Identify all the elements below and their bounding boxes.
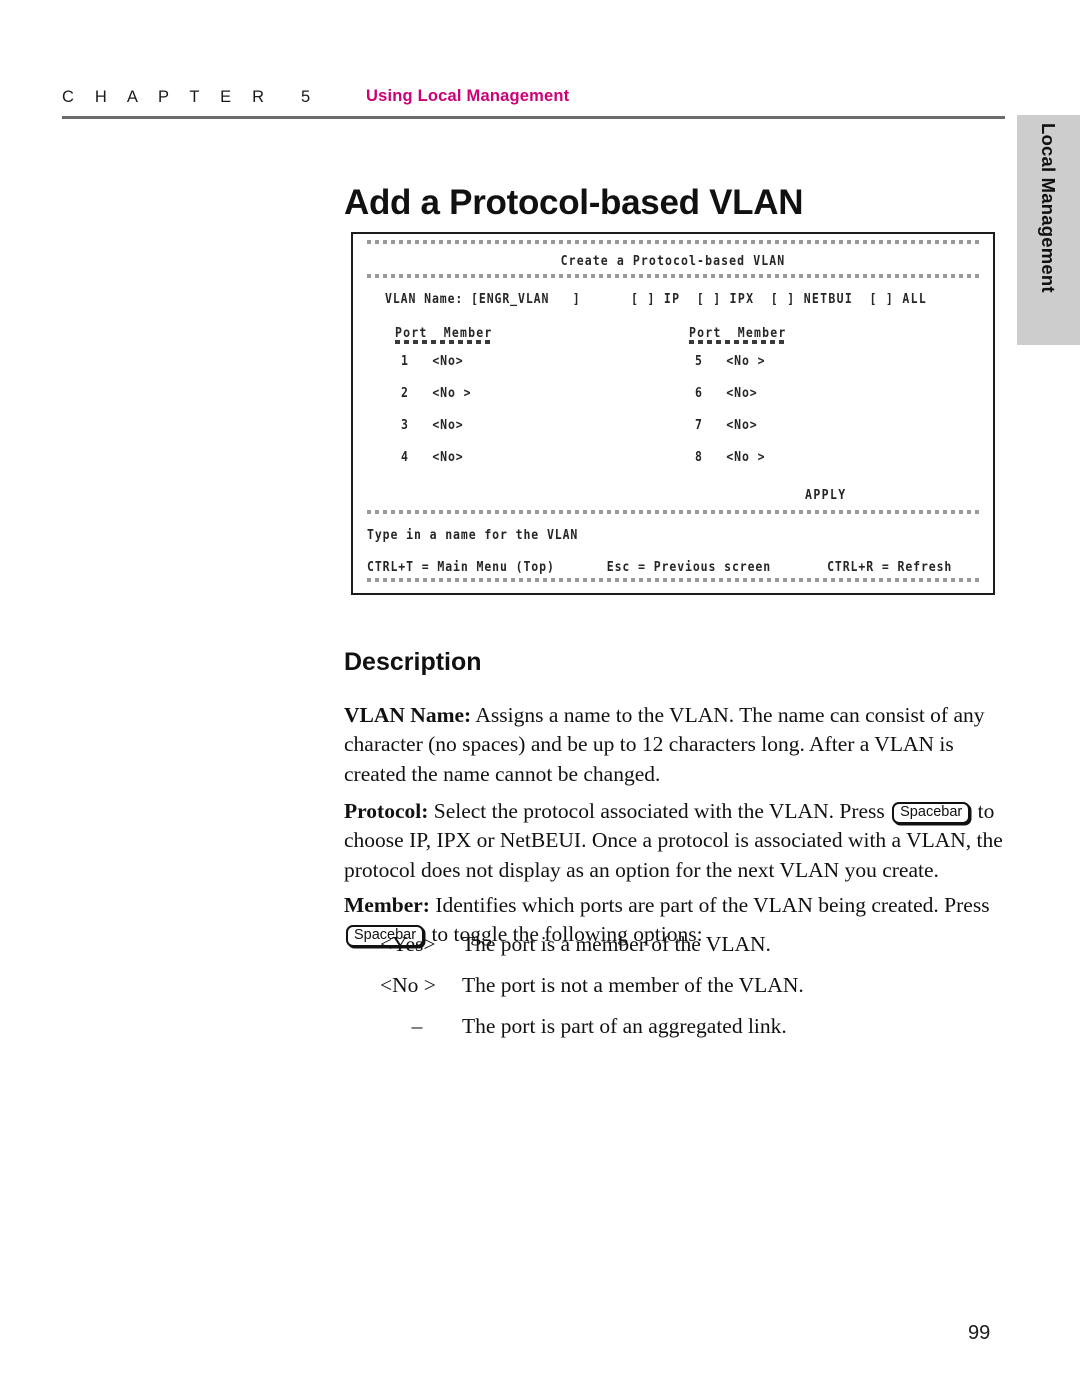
terminal-port-row[interactable]: 4 <No> bbox=[401, 448, 464, 465]
page-title: Add a Protocol-based VLAN bbox=[344, 183, 804, 223]
terminal-prompt-text: Type in a name for the VLAN bbox=[367, 526, 579, 543]
paragraph-vlan-name: VLAN Name: Assigns a name to the VLAN. T… bbox=[344, 701, 1011, 790]
terminal-divider-top bbox=[367, 240, 982, 244]
terminal-port-row[interactable]: 6 <No> bbox=[695, 384, 758, 401]
chapter-number: 5 bbox=[301, 88, 311, 106]
terminal-screenshot-figure: Create a Protocol-based VLAN VLAN Name: … bbox=[351, 232, 995, 595]
paragraph-protocol: Protocol: Select the protocol associated… bbox=[344, 797, 1011, 886]
list-item: <Yes> The port is a member of the VLAN. bbox=[380, 932, 1000, 973]
terminal-key-hint-previous: Esc = Previous screen bbox=[606, 558, 772, 575]
option-token-no: <No > bbox=[380, 973, 436, 997]
terminal-port-number: 2 bbox=[401, 384, 409, 401]
terminal-port-number: 4 bbox=[401, 448, 409, 465]
terminal-port-member[interactable]: <No> bbox=[726, 416, 757, 433]
terminal-apply-button[interactable]: APPLY bbox=[805, 486, 847, 503]
terminal-vlan-name-field[interactable]: VLAN Name: [ENGR_VLAN ] bbox=[385, 290, 581, 307]
term-vlan-name: VLAN Name: bbox=[344, 702, 472, 727]
terminal-port-member[interactable]: <No > bbox=[726, 352, 765, 369]
terminal-divider-above-prompt bbox=[367, 510, 982, 514]
terminal-port-number: 3 bbox=[401, 416, 409, 433]
option-desc-no: The port is not a member of the VLAN. bbox=[462, 973, 804, 997]
terminal-port-row[interactable]: 5 <No > bbox=[695, 352, 765, 369]
terminal-table-rule-left bbox=[395, 340, 491, 344]
terminal-key-hints: CTRL+T = Main Menu (Top) Esc = Previous s… bbox=[367, 558, 952, 575]
option-desc-dash: The port is part of an aggregated link. bbox=[462, 1014, 787, 1038]
paragraph-member-text-before: Identifies which ports are part of the V… bbox=[429, 892, 990, 917]
terminal-port-row[interactable]: 1 <No> bbox=[401, 352, 464, 369]
terminal-port-number: 6 bbox=[695, 384, 703, 401]
terminal-port-member[interactable]: <No> bbox=[726, 384, 757, 401]
header-divider bbox=[62, 116, 1005, 119]
side-tab-local-management: Local Management bbox=[1017, 115, 1080, 345]
description-heading: Description bbox=[344, 647, 482, 676]
terminal-port-member[interactable]: <No> bbox=[432, 416, 463, 433]
terminal-port-member[interactable]: <No> bbox=[432, 352, 463, 369]
terminal-key-hint-refresh: CTRL+R = Refresh bbox=[827, 558, 953, 575]
terminal-port-row[interactable]: 3 <No> bbox=[401, 416, 464, 433]
terminal-port-number: 5 bbox=[695, 352, 703, 369]
terminal-port-row[interactable]: 2 <No > bbox=[401, 384, 471, 401]
spacebar-keycap-icon: Spacebar bbox=[892, 801, 971, 824]
paragraph-protocol-text-before: Select the protocol associated with the … bbox=[428, 798, 891, 823]
option-token-dash: – bbox=[411, 1014, 423, 1038]
terminal-table-header-right: Port Member bbox=[689, 324, 787, 341]
side-tab-label: Local Management bbox=[1038, 123, 1060, 293]
chapter-word: C H A P T E R bbox=[62, 88, 273, 106]
option-token-yes: <Yes> bbox=[380, 932, 436, 956]
term-member: Member: bbox=[344, 892, 430, 917]
terminal-port-member[interactable]: <No> bbox=[432, 448, 463, 465]
terminal-port-member[interactable]: <No > bbox=[726, 448, 765, 465]
terminal-protocol-checkboxes[interactable]: [ ] IP [ ] IPX [ ] NETBUI [ ] ALL bbox=[631, 290, 927, 307]
list-item: – The port is part of an aggregated link… bbox=[380, 1014, 1000, 1055]
member-options-list: <Yes> The port is a member of the VLAN. … bbox=[380, 932, 1000, 1055]
page-number: 99 bbox=[968, 1322, 991, 1344]
terminal-table-header-left: Port Member bbox=[395, 324, 493, 341]
list-item: <No > The port is not a member of the VL… bbox=[380, 973, 1000, 1014]
terminal-port-row[interactable]: 8 <No > bbox=[695, 448, 765, 465]
terminal-port-number: 7 bbox=[695, 416, 703, 433]
terminal-port-number: 1 bbox=[401, 352, 409, 369]
terminal-port-member[interactable]: <No > bbox=[432, 384, 471, 401]
terminal-port-row[interactable]: 7 <No> bbox=[695, 416, 758, 433]
option-desc-yes: The port is a member of the VLAN. bbox=[462, 932, 771, 956]
terminal-table-rule-right bbox=[689, 340, 785, 344]
chapter-subject: Using Local Management bbox=[366, 87, 570, 105]
terminal-key-hint-main-menu: CTRL+T = Main Menu (Top) bbox=[367, 558, 555, 575]
terminal-port-number: 8 bbox=[695, 448, 703, 465]
term-protocol: Protocol: bbox=[344, 798, 429, 823]
terminal-divider-under-title bbox=[367, 274, 982, 278]
terminal-title: Create a Protocol-based VLAN bbox=[560, 252, 786, 269]
terminal-divider-bottom bbox=[367, 578, 982, 582]
